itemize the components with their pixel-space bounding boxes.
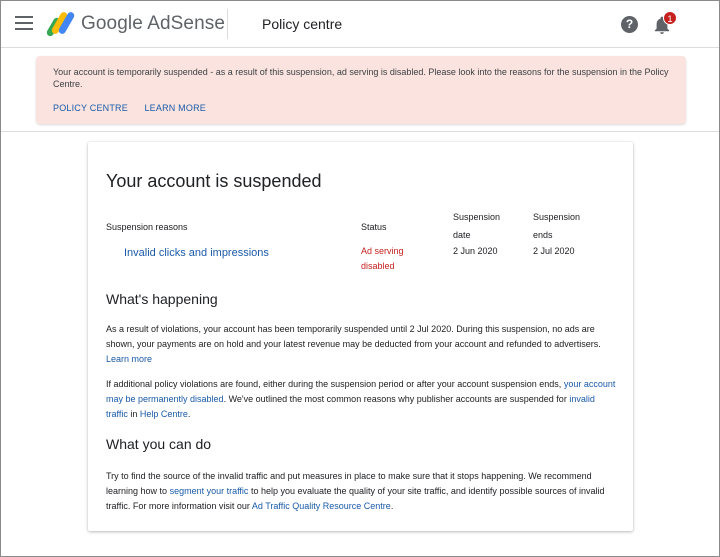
alert-banner-area: Your account is temporarily suspended - …: [1, 48, 719, 132]
suspension-card: Your account is suspended Suspension rea…: [88, 142, 633, 531]
hamburger-menu-icon[interactable]: [15, 16, 33, 30]
what-you-can-do-title: What you can do: [106, 436, 212, 452]
suspension-ends-value: 2 Jul 2020: [533, 246, 575, 256]
app-window: Google AdSense Policy centre ? 1 Your ac…: [0, 0, 720, 557]
brand-google: Google: [81, 13, 143, 34]
card-title: Your account is suspended: [106, 171, 322, 191]
brand-product: AdSense: [147, 13, 226, 34]
header-divider: [227, 9, 228, 39]
notification-count-badge: 1: [663, 11, 677, 25]
col-header-date-line2: date: [453, 230, 471, 240]
banner-actions: POLICY CENTRE LEARN MORE: [53, 103, 220, 113]
col-header-ends-line2: ends: [533, 230, 553, 240]
suspension-alert-banner: Your account is temporarily suspended - …: [36, 56, 686, 124]
policy-centre-link[interactable]: POLICY CENTRE: [53, 103, 128, 113]
whats-happening-paragraph-1: As a result of violations, your account …: [106, 322, 618, 367]
learn-more-inline-link[interactable]: Learn more: [106, 354, 152, 364]
p2-text-b: . We've outlined the most common reasons…: [223, 394, 567, 404]
suspension-reason-link[interactable]: Invalid clicks and impressions: [124, 246, 269, 261]
suspension-date-value: 2 Jun 2020: [453, 246, 498, 256]
learn-more-link[interactable]: LEARN MORE: [144, 103, 206, 113]
cando-text-c: .: [390, 501, 394, 511]
help-centre-link[interactable]: Help Centre: [140, 409, 188, 419]
whats-happening-title: What's happening: [106, 291, 218, 307]
status-line1: Ad serving: [361, 246, 404, 256]
p1-text: As a result of violations, your account …: [106, 324, 601, 349]
p2-text-c: in: [130, 409, 138, 419]
brand-name[interactable]: Google AdSense: [81, 13, 225, 35]
col-header-ends-line1: Suspension: [533, 212, 581, 222]
status-line2: disabled: [361, 261, 395, 271]
main-content: Your account is suspended Suspension rea…: [1, 133, 719, 556]
p2-text-a: If additional policy violations are foun…: [106, 379, 562, 389]
ad-traffic-quality-link[interactable]: Ad Traffic Quality Resource Centre: [252, 501, 391, 511]
whats-happening-paragraph-2: If additional policy violations are foun…: [106, 377, 618, 422]
p2-text-d: .: [187, 409, 191, 419]
what-you-can-do-paragraph: Try to find the source of the invalid tr…: [106, 469, 618, 514]
col-header-ends: Suspension ends: [533, 208, 580, 244]
status-value: Ad serving disabled: [361, 244, 404, 274]
page-title: Policy centre: [262, 16, 343, 32]
top-app-bar: Google AdSense Policy centre ? 1: [1, 1, 719, 48]
help-icon[interactable]: ?: [621, 16, 638, 33]
segment-traffic-link[interactable]: segment your traffic: [170, 486, 249, 496]
col-header-reasons: Suspension reasons: [106, 222, 188, 232]
adsense-logo-icon[interactable]: [47, 11, 75, 37]
col-header-status: Status: [361, 222, 387, 232]
banner-message: Your account is temporarily suspended - …: [53, 67, 669, 89]
col-header-date-line1: Suspension: [453, 212, 501, 222]
col-header-date: Suspension date: [453, 208, 500, 244]
